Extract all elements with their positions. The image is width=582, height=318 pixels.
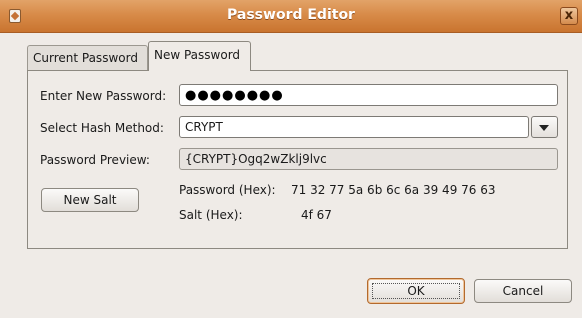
- tab-panel-new-password: Enter New Password: ●●●●●●●● Select Hash…: [27, 70, 568, 249]
- focus-ring: [372, 283, 460, 299]
- close-icon[interactable]: x: [560, 7, 578, 25]
- preview-label: Password Preview:: [40, 153, 150, 167]
- salt-hex-label: Salt (Hex):: [179, 208, 243, 222]
- title-bar[interactable]: Password Editor x: [0, 0, 582, 33]
- window-title: Password Editor: [227, 7, 355, 23]
- salt-hex-value: 4f 67: [301, 208, 332, 222]
- password-hex-value: 71 32 77 5a 6b 6c 6a 39 49 76 63: [291, 183, 496, 197]
- password-dots: ●●●●●●●●: [185, 88, 284, 103]
- password-hex-label: Password (Hex):: [179, 183, 276, 197]
- new-password-field[interactable]: ●●●●●●●●: [179, 84, 558, 106]
- password-preview-value: {CRYPT}Ogq2wZklj9lvc: [185, 152, 327, 166]
- enter-password-label: Enter New Password:: [40, 89, 167, 103]
- tab-current-password[interactable]: Current Password: [27, 45, 148, 72]
- ok-button[interactable]: OK: [367, 278, 465, 304]
- password-preview-field: {CRYPT}Ogq2wZklj9lvc: [179, 148, 558, 170]
- cancel-button[interactable]: Cancel: [474, 279, 572, 303]
- chevron-down-icon[interactable]: [531, 116, 558, 138]
- hash-method-label: Select Hash Method:: [40, 121, 164, 135]
- hash-method-value: CRYPT: [185, 120, 223, 134]
- hash-method-select[interactable]: CRYPT: [179, 116, 529, 138]
- tab-new-password[interactable]: New Password: [148, 41, 251, 71]
- new-salt-button[interactable]: New Salt: [41, 188, 139, 212]
